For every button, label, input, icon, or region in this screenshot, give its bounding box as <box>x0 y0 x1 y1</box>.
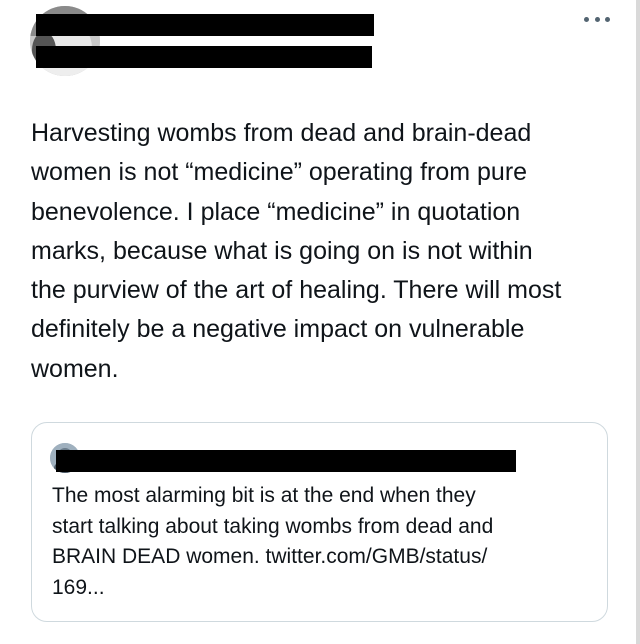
tweet-text-line: women. <box>31 354 119 383</box>
quoted-tweet[interactable]: The most alarming bit is at the end when… <box>31 422 608 622</box>
quoted-text-line[interactable]: BRAIN DEAD women. twitter.com/GMB/status… <box>52 542 592 573</box>
quoted-text-line: 169... <box>52 575 105 599</box>
more-dot-icon <box>594 16 600 22</box>
tweet-text-line: Harvesting wombs from dead and brain-dea… <box>31 119 532 147</box>
tweet-text: Harvesting wombs from dead and brain-dea… <box>31 114 621 389</box>
more-dot-icon <box>584 16 589 22</box>
scrollbar-edge <box>636 0 640 644</box>
tweet-text-line: the purview of the art of healing. There… <box>31 276 562 305</box>
quoted-author-redaction <box>56 450 516 472</box>
quoted-text-line: The most alarming bit is at the end when… <box>52 484 476 507</box>
author-handle-redaction <box>36 46 372 68</box>
tweet-text-line: definitely be a negative impact on vulne… <box>31 315 525 344</box>
more-options-icon[interactable] <box>584 12 610 26</box>
author-name-redaction <box>36 14 374 36</box>
quoted-tweet-text: The most alarming bit is at the end when… <box>52 481 592 603</box>
tweet-text-line: women is not “medicine” operating from p… <box>31 158 528 187</box>
tweet-text-line: marks, because what is going on is not w… <box>31 236 533 265</box>
quoted-text-line: start talking about taking wombs from de… <box>52 514 494 538</box>
more-dot-icon <box>605 16 610 22</box>
tweet-card: Harvesting wombs from dead and brain-dea… <box>0 0 640 644</box>
tweet-text-line: benevolence. I place “medicine” in quota… <box>31 197 521 226</box>
